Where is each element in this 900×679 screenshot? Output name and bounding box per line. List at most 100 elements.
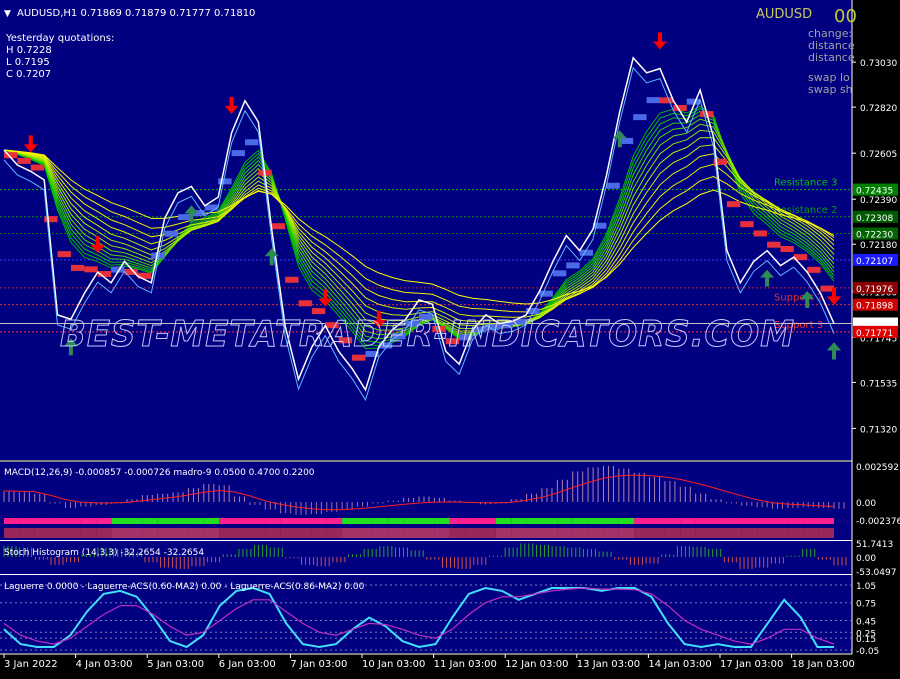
time-tick-label: 5 Jan 03:00 [147, 659, 204, 670]
macd-trend-band [419, 518, 435, 524]
price-tick-label: 0.72605 [860, 150, 897, 160]
macd-lower-band [803, 528, 819, 538]
macd-lower-band [249, 528, 266, 538]
macd-lower-band [234, 528, 250, 538]
price-label-text: 0.71898 [856, 302, 893, 312]
macd-lower-band [541, 528, 558, 538]
macd-trend-band [557, 518, 573, 524]
macd-trend-band [618, 518, 635, 524]
macd-trend-band [480, 518, 496, 524]
macd-lower-band [126, 528, 143, 538]
macd-trend-band [249, 518, 266, 524]
trend-step-block [659, 97, 674, 104]
macd-trend-band [173, 518, 189, 524]
macd-trend-band [465, 518, 481, 524]
yesterday-title: Yesterday quotations: [5, 33, 114, 44]
macd-trend-band [142, 518, 158, 524]
macd-trend-band [511, 518, 527, 524]
price-tick-label: 0.72820 [860, 104, 897, 114]
macd-trend-band [726, 518, 742, 524]
macd-trend-band [50, 518, 66, 524]
trend-step-block [244, 139, 259, 146]
time-tick-label: 3 Jan 2022 [4, 659, 58, 670]
macd-lower-band [603, 528, 619, 538]
trend-step-block [218, 178, 232, 185]
macd-lower-band [449, 528, 466, 538]
yesterday-low: L 0.7195 [6, 57, 50, 68]
macd-lower-band [480, 528, 496, 538]
macd-trend-band [296, 518, 312, 524]
macd-lower-band [711, 528, 727, 538]
macd-lower-band [419, 528, 435, 538]
macd-trend-band [495, 518, 512, 524]
price-label-text: 0.72308 [856, 214, 893, 224]
macd-lower-band [357, 528, 373, 538]
yesterday-close: C 0.7207 [6, 69, 51, 80]
macd-lower-band [188, 528, 204, 538]
macd-lower-band [372, 528, 389, 538]
price-label-text: 0.71771 [856, 329, 893, 339]
macd-trend-band [126, 518, 143, 524]
macd-lower-band [311, 528, 327, 538]
macd-lower-band [19, 528, 35, 538]
macd-lower-band [818, 528, 834, 538]
info-swap-short: swap sh [808, 83, 853, 96]
macd-trend-band [388, 518, 404, 524]
macd-lower-band [757, 528, 773, 538]
price-tick-label: 0.71535 [860, 379, 897, 389]
laguerre-tick-label: 0.75 [856, 600, 876, 610]
trend-step-block [271, 223, 286, 230]
trend-step-block [767, 241, 781, 248]
macd-lower-band [219, 528, 235, 538]
macd-lower-band [526, 528, 542, 538]
macd-lower-band [618, 528, 635, 538]
macd-lower-band [342, 528, 358, 538]
trend-step-block [30, 164, 45, 171]
macd-lower-band [173, 528, 189, 538]
macd-trend-band [403, 518, 419, 524]
macd-lower-band [557, 528, 573, 538]
laguerre-tick-label: 0.45 [856, 617, 876, 627]
macd-tick-label: 0.00 [856, 499, 876, 509]
trend-step-block [646, 97, 660, 104]
chart-canvas[interactable]: Resistance 3Resistance 2Support 2Support… [0, 0, 900, 675]
macd-lower-band [203, 528, 220, 538]
time-tick-label: 6 Jan 03:00 [219, 659, 276, 670]
macd-trend-band [357, 518, 373, 524]
level-label: Support 2 [774, 293, 823, 304]
stoch-tick-label: -53.0497 [856, 568, 896, 578]
macd-lower-band [649, 528, 665, 538]
macd-lower-band [4, 528, 20, 538]
time-tick-label: 13 Jan 03:00 [577, 659, 640, 670]
laguerre-title: Laguerre 0.0000 - Laguerre-ACS(0.60-MA2)… [4, 582, 365, 592]
macd-trend-band [280, 518, 297, 524]
macd-trend-band [265, 518, 281, 524]
trend-step-block [231, 150, 245, 157]
trend-step-block [204, 204, 219, 211]
macd-lower-band [80, 528, 97, 538]
macd-lower-band [495, 528, 512, 538]
trend-step-block [820, 285, 834, 292]
macd-trend-band [803, 518, 819, 524]
macd-lower-band [96, 528, 112, 538]
macd-lower-band [65, 528, 81, 538]
macd-trend-band [572, 518, 589, 524]
macd-trend-band [664, 518, 681, 524]
macd-lower-band [772, 528, 788, 538]
stoch-tick-label: 51.7413 [856, 540, 893, 550]
trend-step-block [44, 216, 58, 223]
macd-lower-band [265, 528, 281, 538]
macd-trend-band [787, 518, 804, 524]
price-tick-label: 0.73030 [860, 59, 897, 69]
macd-trend-band [372, 518, 389, 524]
chart-window: Resistance 3 Resistance 2 Support 2 Support… [0, 0, 900, 675]
macd-lower-band [465, 528, 481, 538]
macd-lower-band [157, 528, 174, 538]
macd-trend-band [80, 518, 97, 524]
macd-trend-band [772, 518, 788, 524]
collapse-triangle-icon[interactable]: ▼ [4, 9, 11, 19]
macd-lower-band [787, 528, 804, 538]
symbol-line: AUDUSD,H1 0.71869 0.71879 0.71777 0.7181… [17, 8, 255, 19]
time-tick-label: 10 Jan 03:00 [362, 659, 425, 670]
macd-lower-band [726, 528, 742, 538]
